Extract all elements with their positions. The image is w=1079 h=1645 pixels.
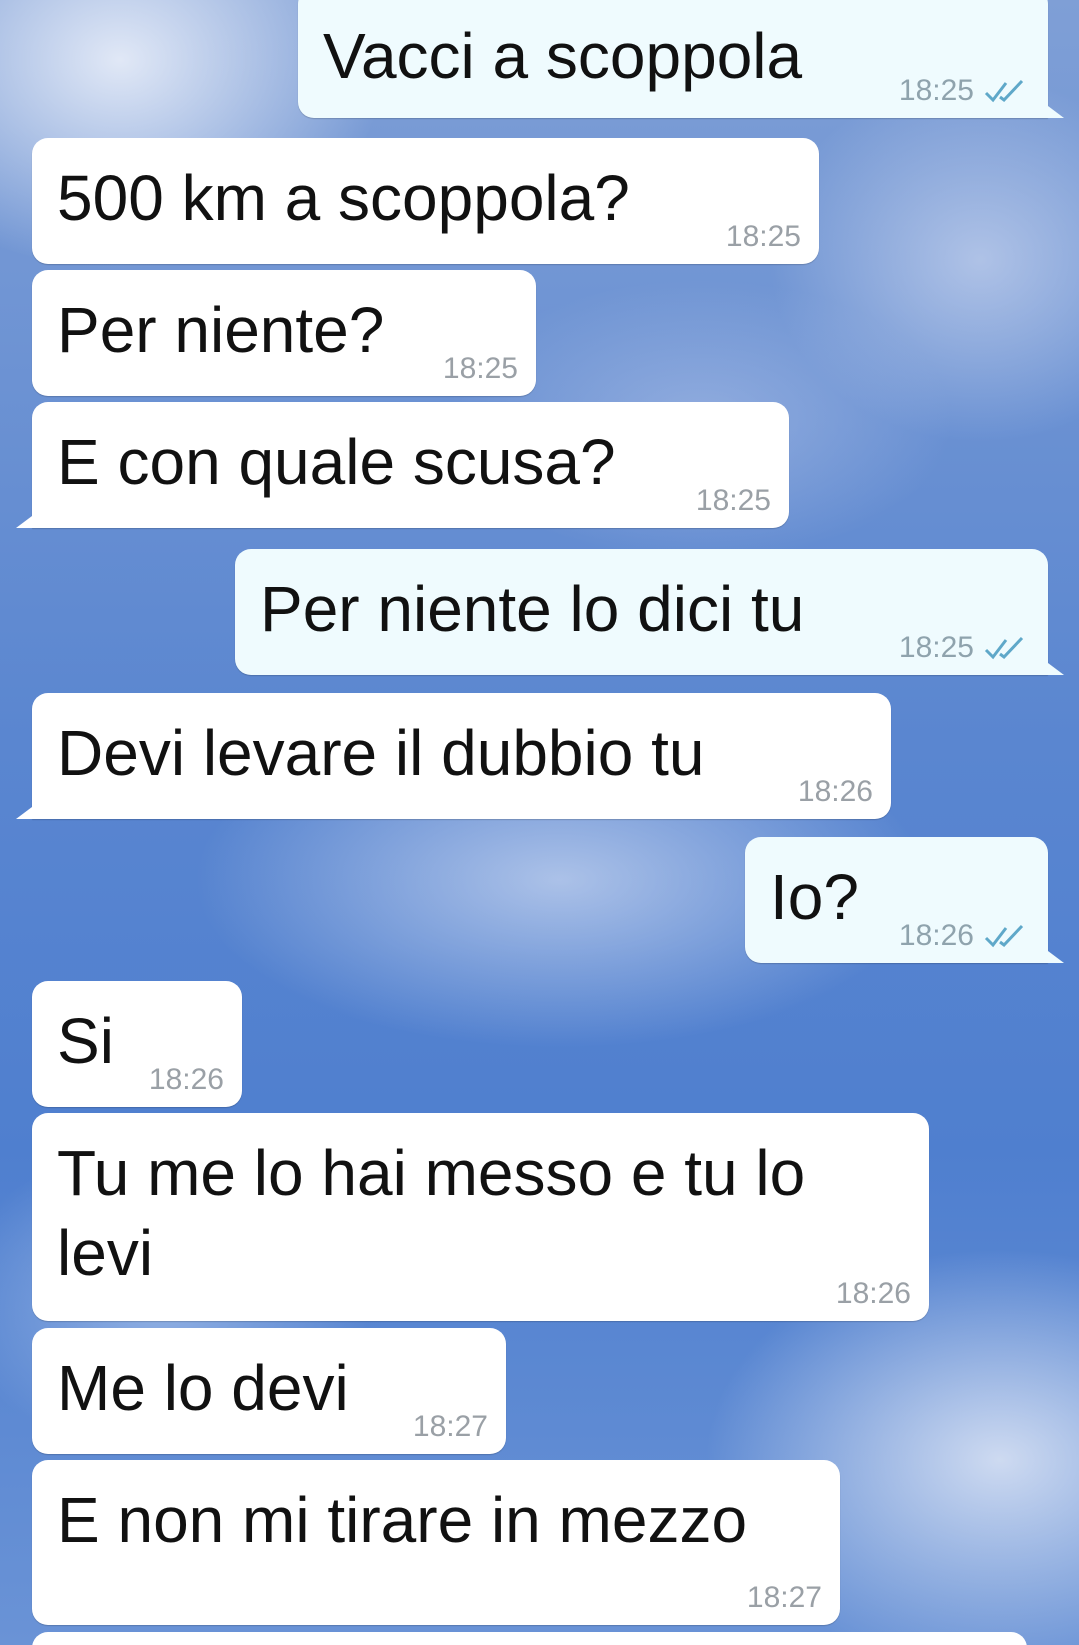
message-meta: 18:25 (899, 631, 1030, 665)
message-time: 18:25 (442, 352, 518, 385)
incoming-message[interactable]: E con quale scusa? 18:25 (16, 402, 789, 528)
incoming-message[interactable]: Per niente? 18:25 (32, 270, 536, 396)
message-time: 18:25 (695, 484, 771, 517)
message-time: 18:25 (898, 631, 974, 664)
outgoing-message[interactable]: Vacci a scoppola 18:25 (298, 0, 1064, 118)
message-text: Io? (770, 861, 859, 933)
message-text: Tu me lo hai messo e tu lo levi (57, 1137, 806, 1289)
message-time: 18:26 (797, 775, 873, 808)
message-meta: 18:25 (696, 484, 771, 518)
message-meta: 18:25 (726, 220, 801, 254)
incoming-message[interactable]: E non mi tirare in mezzo 18:27 (32, 1460, 840, 1625)
incoming-message[interactable]: Devi levare il dubbio tu 18:26 (16, 693, 891, 819)
message-text: Vacci a scoppola (323, 20, 803, 92)
message-text: Me lo devi (57, 1352, 349, 1424)
message-time: 18:25 (725, 220, 801, 253)
message-time: 18:27 (412, 1410, 488, 1443)
message-meta: 18:25 (899, 74, 1030, 108)
message-meta: 18:26 (899, 919, 1030, 953)
message-text: 500 km a scoppola? (57, 162, 630, 234)
incoming-message[interactable]: Me lo devi 18:27 (32, 1328, 506, 1454)
incoming-message[interactable]: Si 18:26 (32, 981, 242, 1107)
double-check-icon (982, 922, 1030, 950)
message-meta: 18:27 (747, 1581, 822, 1615)
outgoing-message[interactable]: Io? 18:26 (745, 837, 1064, 963)
message-text: Devi levare il dubbio tu (57, 717, 705, 789)
incoming-message[interactable]: Tu me lo hai messo e tu lo levi 18:26 (32, 1113, 929, 1321)
outgoing-message[interactable]: Per niente lo dici tu 18:25 (235, 549, 1064, 675)
message-time: 18:26 (835, 1277, 911, 1310)
double-check-icon (982, 634, 1030, 662)
message-text: Per niente? (57, 294, 385, 366)
message-time: 18:26 (148, 1063, 224, 1096)
message-meta: 18:26 (798, 775, 873, 809)
chat-conversation[interactable]: Vacci a scoppola 18:25 500 km a scoppola… (0, 0, 1079, 1645)
message-time: 18:27 (746, 1581, 822, 1614)
message-text: Si (57, 1005, 114, 1077)
message-text: E non mi tirare in mezzo (57, 1484, 748, 1556)
message-time: 18:26 (898, 919, 974, 952)
incoming-message[interactable]: 500 km a scoppola? 18:25 (32, 138, 819, 264)
message-text: E con quale scusa? (57, 426, 616, 498)
message-meta: 18:27 (413, 1410, 488, 1444)
message-meta: 18:26 (836, 1277, 911, 1311)
double-check-icon (982, 77, 1030, 105)
message-meta: 18:26 (149, 1063, 224, 1097)
message-meta: 18:25 (443, 352, 518, 386)
message-time: 18:25 (898, 74, 974, 107)
message-text: Per niente lo dici tu (260, 573, 805, 645)
incoming-message-partial[interactable] (32, 1632, 1027, 1645)
